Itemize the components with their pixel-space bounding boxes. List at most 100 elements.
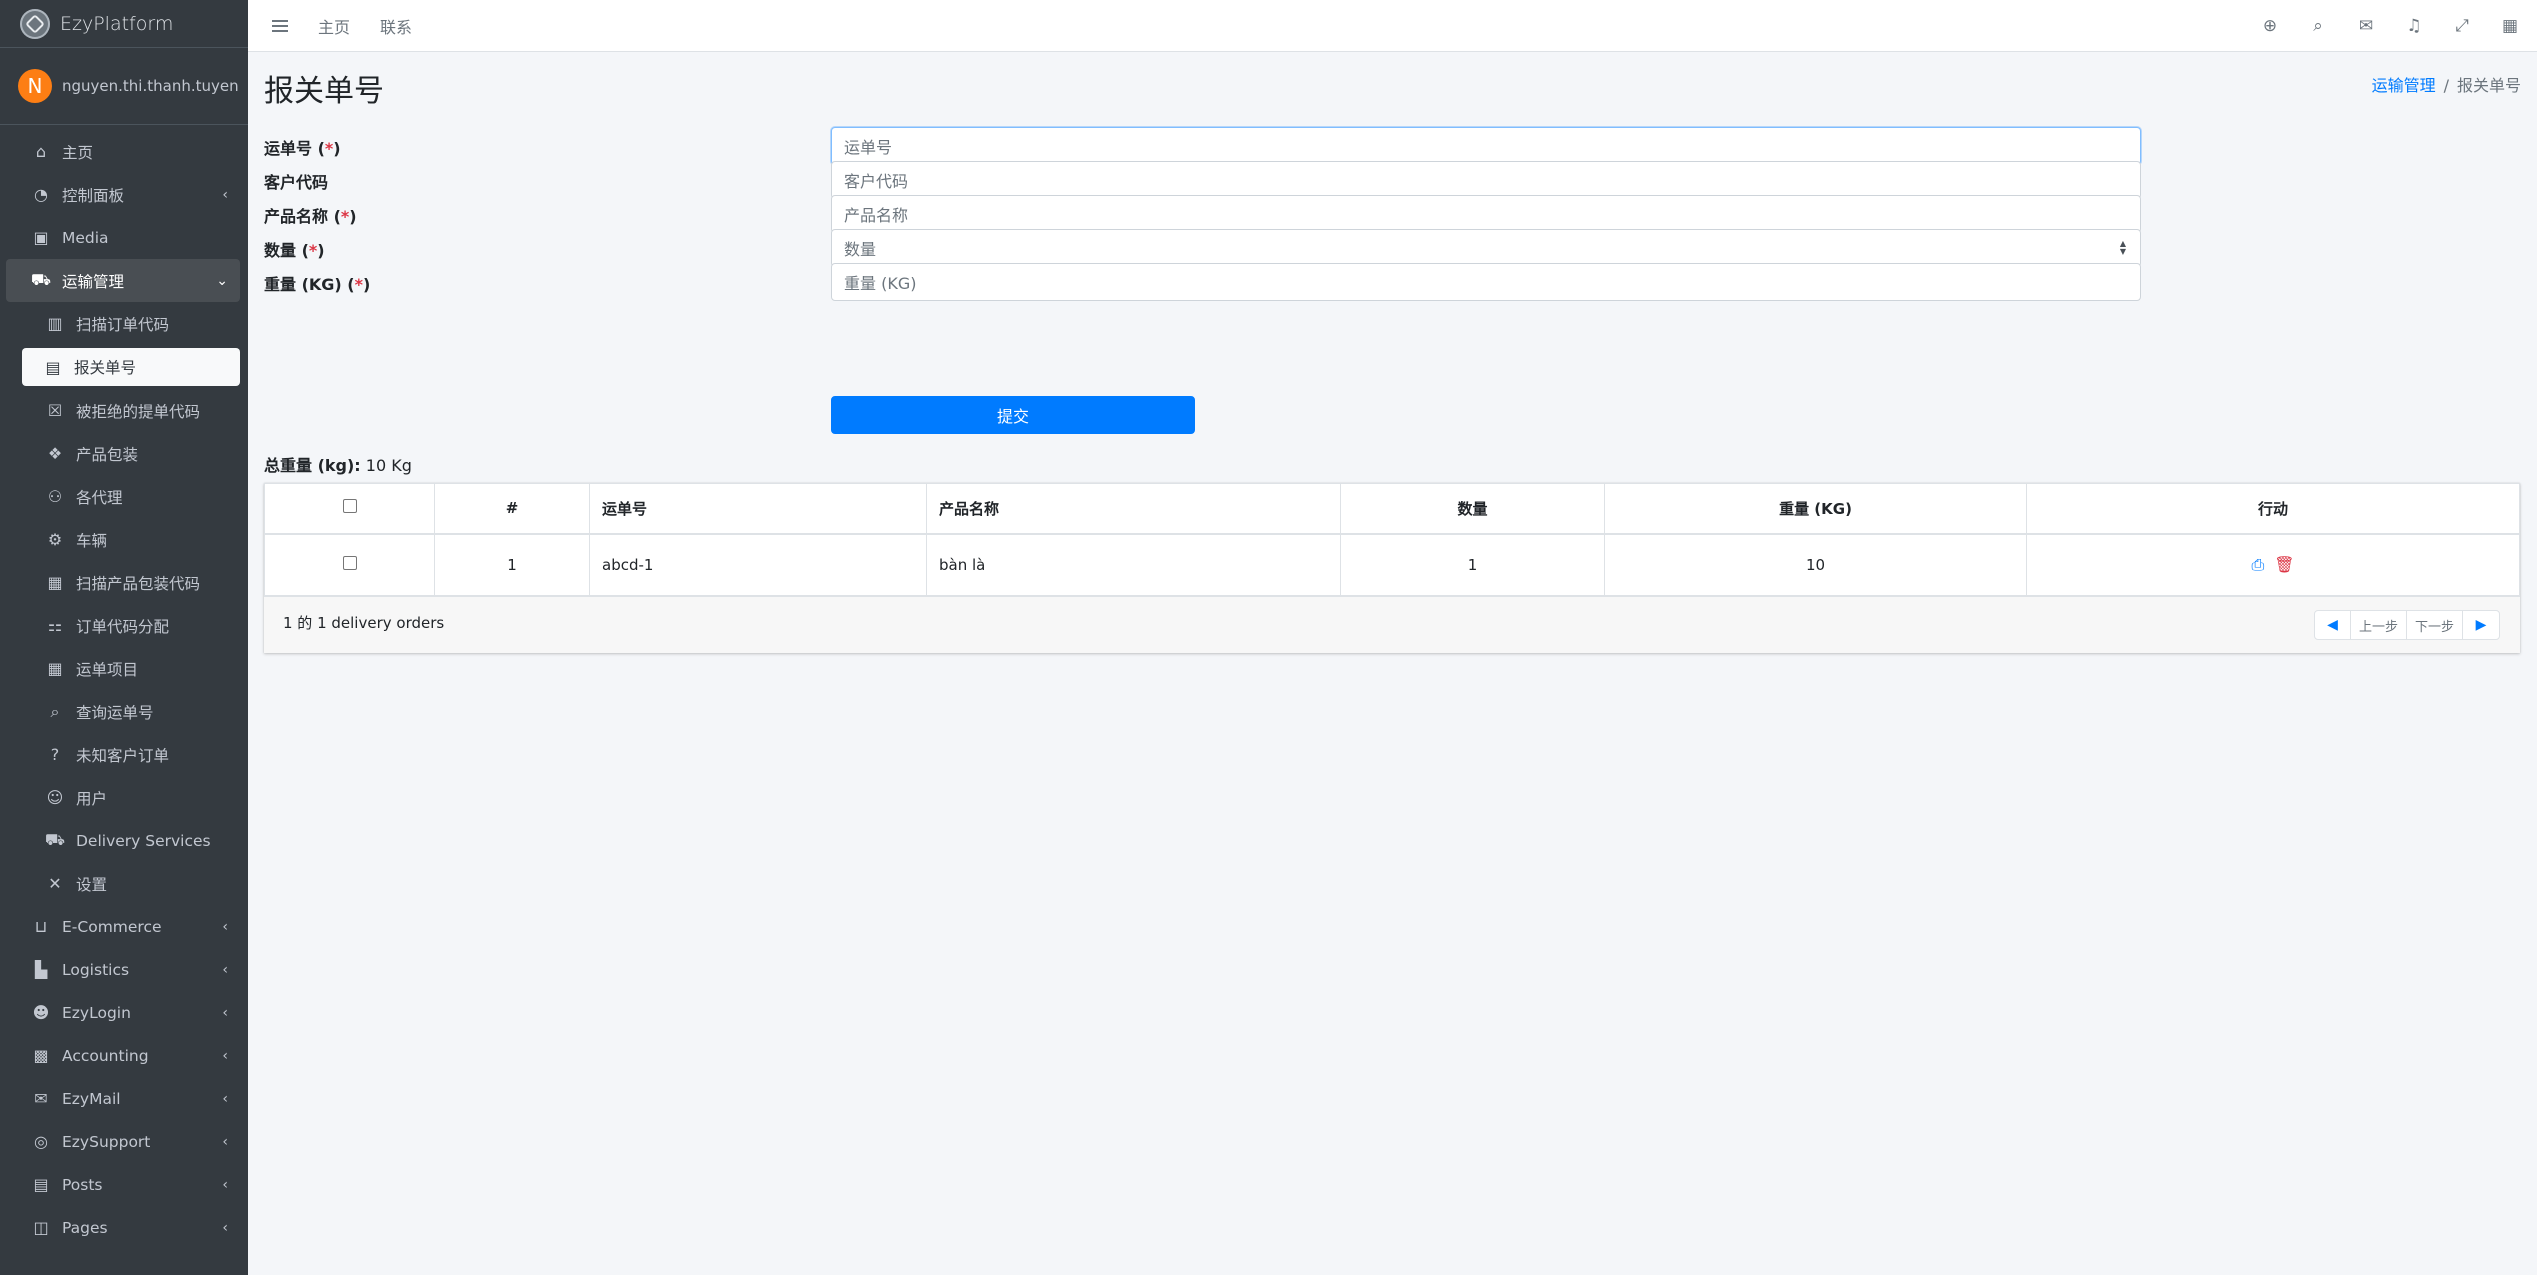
col-index: #: [434, 483, 590, 535]
select-all-checkbox[interactable]: [342, 499, 357, 514]
close-box-icon: ☒: [47, 401, 63, 420]
tools-icon: ✕: [48, 874, 62, 893]
sidebar-item-15[interactable]: ? 未知客户订单: [6, 733, 240, 776]
nav-contact-link[interactable]: 联系: [380, 14, 412, 38]
sidebar-item-label: Media: [62, 228, 109, 247]
orders-table: # 运单号 产品名称 数量 重量 (KG) 行动 1 abcd-1 bàn là…: [264, 483, 2520, 596]
sidebar-item-25[interactable]: ▤ Posts ‹: [6, 1163, 240, 1206]
sitemap-icon: ⚏: [47, 616, 63, 635]
product-name-row: 产品名称 (*) 产品名称: [264, 195, 2141, 233]
breadcrumb-separator: /: [2443, 76, 2449, 95]
handshake-icon: ⚇: [47, 487, 63, 506]
sidebar-item-10[interactable]: ⚙ 车辆: [6, 518, 240, 561]
row-actions: ⎙ 🗑: [2026, 533, 2520, 596]
dolly-icon: ▙: [34, 960, 48, 979]
customer-code-input[interactable]: 客户代码: [831, 161, 2141, 199]
sidebar-item-17[interactable]: ⛟ Delivery Services: [6, 819, 240, 862]
sidebar-item-5[interactable]: ▥ 扫描订单代码: [6, 302, 240, 345]
sidebar-item-label: EzyLogin: [62, 1003, 131, 1022]
avatar: N: [18, 69, 52, 103]
sidebar-item-19[interactable]: ⊔ E-Commerce ‹: [6, 905, 240, 948]
brand-name: EzyPlatform: [60, 12, 174, 35]
submit-button[interactable]: 提交: [831, 396, 1195, 434]
print-icon[interactable]: ⎙: [2251, 555, 2264, 574]
nav-home-link[interactable]: 主页: [318, 14, 350, 38]
table-header-row: # 运单号 产品名称 数量 重量 (KG) 行动: [264, 483, 2520, 535]
next-button[interactable]: 下一步: [2407, 611, 2463, 639]
waybill-input[interactable]: 运单号: [831, 127, 2141, 165]
customer-code-label: 客户代码: [264, 173, 329, 192]
menu-toggle-icon[interactable]: [272, 19, 288, 32]
next-arrow-icon[interactable]: ▶: [2463, 611, 2499, 639]
sidebar-item-4[interactable]: ⛟ 运输管理 ⌄: [6, 259, 240, 302]
sidebar-item-20[interactable]: ▙ Logistics ‹: [6, 948, 240, 991]
product-name-input[interactable]: 产品名称: [831, 195, 2141, 233]
sidebar-item-label: 车辆: [76, 531, 108, 550]
col-weight: 重量 (KG): [1604, 483, 2027, 535]
newspaper-icon: ▤: [33, 1175, 49, 1194]
col-quantity: 数量: [1340, 483, 1605, 535]
sidebar-item-24[interactable]: ◎ EzySupport ‹: [6, 1120, 240, 1163]
search-icon[interactable]: ⌕: [2309, 16, 2327, 36]
fullscreen-icon[interactable]: ⤢: [2453, 16, 2471, 36]
breadcrumb-current: 报关单号: [2456, 76, 2521, 95]
language-globe-icon[interactable]: ⊕: [2261, 16, 2279, 36]
sidebar-item-3[interactable]: ▣ Media: [6, 216, 240, 259]
sidebar-item-18[interactable]: ✕ 设置: [6, 862, 240, 905]
sidebar-item-6[interactable]: ▤ 报关单号: [22, 348, 240, 386]
sidebar-item-12[interactable]: ⚏ 订单代码分配: [6, 604, 240, 647]
sidebar-item-13[interactable]: ▦ 运单项目: [6, 647, 240, 690]
quantity-label: 数量 (*): [264, 241, 325, 260]
sidebar-item-1[interactable]: ⌂ 主页: [6, 130, 240, 173]
notifications-bell-icon[interactable]: ♫: [2405, 16, 2423, 36]
user-panel[interactable]: N nguyen.thi.thanh.tuyen: [0, 48, 248, 125]
barcode-icon: ▥: [47, 314, 63, 333]
sidebar-item-26[interactable]: ◫ Pages ‹: [6, 1206, 240, 1249]
sidebar-item-label: EzySupport: [62, 1132, 151, 1151]
table-footer: 1 的 1 delivery orders ◀ 上一步 下一步 ▶: [264, 596, 2520, 653]
question-icon: ?: [50, 745, 60, 764]
sidebar-item-label: 被拒绝的提单代码: [76, 402, 201, 421]
chevron-left-icon: ‹: [222, 1004, 228, 1021]
weight-input[interactable]: 重量 (KG): [831, 263, 2141, 301]
sidebar-item-label: 报关单号: [74, 359, 137, 377]
motorcycle-icon: ⚙: [47, 530, 63, 549]
breadcrumb-parent-link[interactable]: 运输管理: [2372, 76, 2436, 95]
row-checkbox[interactable]: [342, 555, 357, 570]
row-select-cell: [264, 533, 435, 596]
dashboard-icon: ◔: [34, 185, 48, 204]
chevron-left-icon: ‹: [222, 1176, 228, 1193]
row-weight: 10: [1604, 533, 2027, 596]
stepper-arrows-icon[interactable]: ▲ ▼: [2120, 240, 2126, 256]
apps-grid-icon[interactable]: ▦: [2501, 16, 2519, 36]
columns-icon: ◫: [33, 1218, 49, 1237]
cubes-icon: ❖: [47, 444, 63, 463]
row-product: bàn là: [926, 533, 1341, 596]
delete-icon[interactable]: 🗑: [2274, 555, 2294, 574]
row-index: 1: [434, 533, 590, 596]
sidebar-item-14[interactable]: ⌕ 查询运单号: [6, 690, 240, 733]
sidebar-item-16[interactable]: ☺ 用户: [6, 776, 240, 819]
chevron-left-icon: ‹: [222, 1133, 228, 1150]
quantity-stepper[interactable]: 数量 ▲ ▼: [831, 229, 2141, 267]
sidebar-item-22[interactable]: ▩ Accounting ‹: [6, 1034, 240, 1077]
sidebar-item-8[interactable]: ❖ 产品包装: [6, 432, 240, 475]
brand[interactable]: EzyPlatform: [0, 0, 248, 48]
sidebar-item-7[interactable]: ☒ 被拒绝的提单代码: [6, 389, 240, 432]
total-weight: 总重量 (kg): 10 Kg: [264, 452, 412, 476]
sidebar-item-label: Delivery Services: [76, 831, 211, 850]
sidebar-item-2[interactable]: ◔ 控制面板 ‹: [6, 173, 240, 216]
waybill-row: 运单号 (*) 运单号: [264, 127, 2141, 165]
qrcode-icon: ▦: [47, 573, 63, 592]
sidebar-item-11[interactable]: ▦ 扫描产品包装代码: [6, 561, 240, 604]
calculator-icon: ▩: [33, 1046, 49, 1065]
customer-code-row: 客户代码 客户代码: [264, 161, 2141, 199]
sidebar-item-9[interactable]: ⚇ 各代理: [6, 475, 240, 518]
messages-icon[interactable]: ✉: [2357, 16, 2375, 36]
weight-label: 重量 (KG) (*): [264, 275, 371, 294]
prev-arrow-icon[interactable]: ◀: [2315, 611, 2351, 639]
sidebar-item-21[interactable]: ☻ EzyLogin ‹: [6, 991, 240, 1034]
sidebar-item-label: 运输管理: [62, 272, 125, 291]
prev-button[interactable]: 上一步: [2351, 611, 2407, 639]
sidebar-item-23[interactable]: ✉ EzyMail ‹: [6, 1077, 240, 1120]
